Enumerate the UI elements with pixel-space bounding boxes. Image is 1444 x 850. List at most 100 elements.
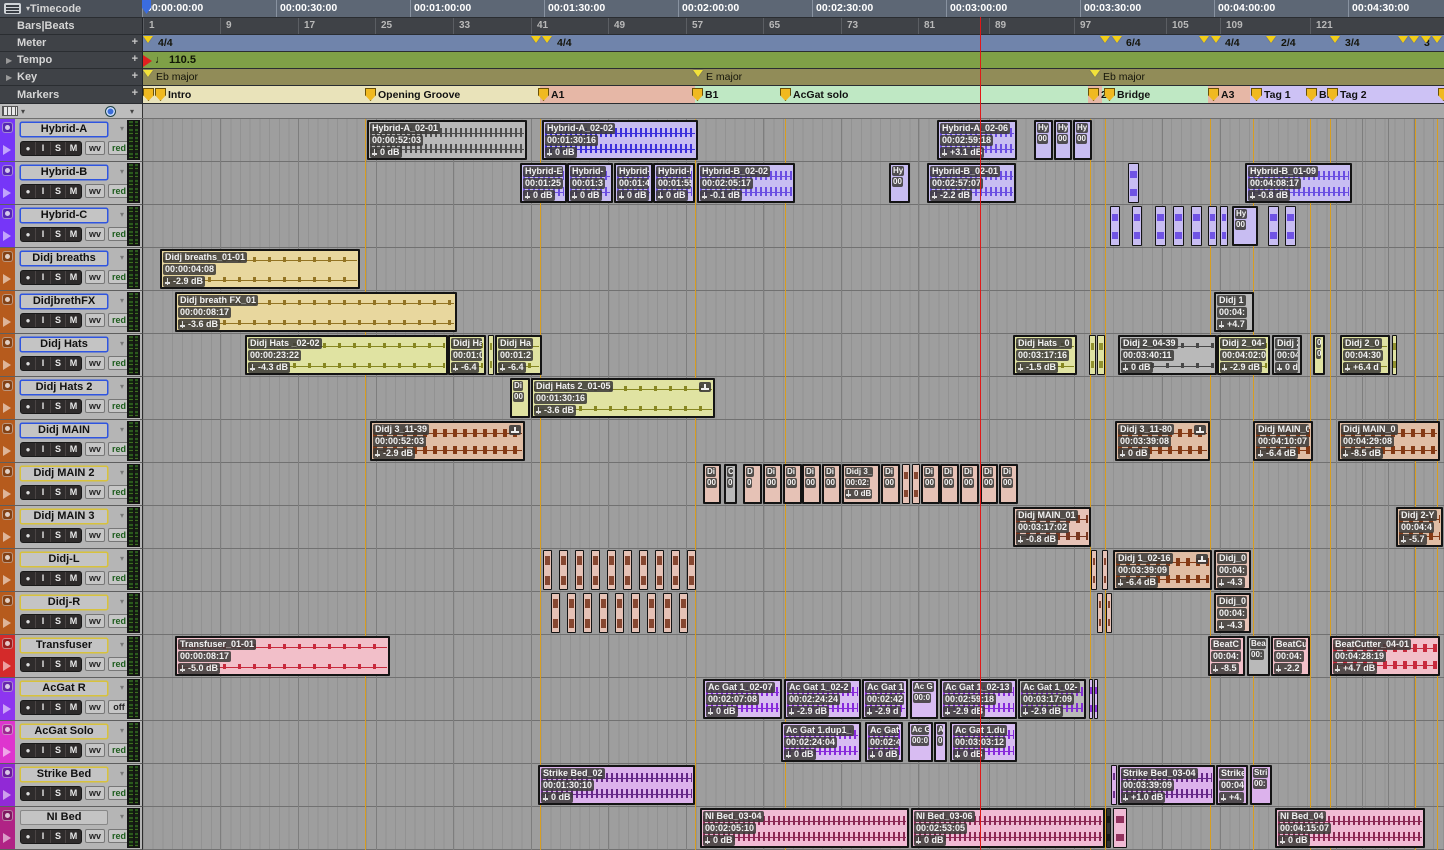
track-lane-acgat-r[interactable]: Ac Gat 1_02-0700:02:07:080 dBAc Gat 1_02… — [143, 678, 1444, 721]
clip-didj-3-[interactable]: Didj 3_00:02:0 dB — [842, 464, 880, 504]
track-playlist-icon[interactable] — [3, 274, 11, 284]
key-change-marker-icon[interactable] — [693, 70, 703, 77]
track-solo-button[interactable]: S — [51, 744, 66, 757]
clip-beatcutter-04-01[interactable]: BeatCutter_04-0100:04:28:19+4.7 dB — [1330, 636, 1440, 676]
track-playlist-icon[interactable] — [3, 790, 11, 800]
clip-di[interactable]: Di00 — [960, 464, 979, 504]
clip-sliver[interactable] — [1132, 206, 1142, 246]
clip-sliver[interactable] — [1392, 335, 1397, 375]
clip-di[interactable]: Di00 — [802, 464, 821, 504]
track-mute-button[interactable]: M — [66, 400, 81, 413]
track-options-caret-icon[interactable]: ▾ — [120, 167, 124, 176]
track-options-caret-icon[interactable]: ▾ — [120, 769, 124, 778]
track-solo-button[interactable]: S — [51, 701, 66, 714]
clip-strike-bed-02[interactable]: Strike Bed_0200:01:30:100 dB — [538, 765, 695, 805]
clip-hybrid-[interactable]: Hybrid-00:01:40 dB — [614, 163, 653, 203]
add-marker-button[interactable]: + — [132, 87, 138, 99]
track-mute-button[interactable]: M — [66, 744, 81, 757]
clip-hy[interactable]: Hy00 — [1034, 120, 1053, 160]
clip-didj-2-y[interactable]: Didj 2-Y00:04:4-5.7 — [1396, 507, 1443, 547]
clip-c[interactable]: C0 — [724, 464, 737, 504]
ruler-menu-icon[interactable] — [4, 3, 21, 14]
clip-sliver[interactable] — [1089, 679, 1093, 719]
clip-0[interactable]: 00 — [1313, 335, 1325, 375]
track-mute-button[interactable]: M — [66, 228, 81, 241]
track-playlist-icon[interactable] — [3, 532, 11, 542]
track-waveform-view-button[interactable]: wv — [85, 485, 105, 499]
track-lane-hybrid-a[interactable]: Hybrid-A_02-0100:00:52:030 dBHybrid-A_02… — [143, 119, 1444, 162]
clip-didj-hats-0[interactable]: Didj Hats _000:03:17:16-1.5 dB — [1013, 335, 1077, 375]
track-record-button[interactable]: ● — [21, 271, 36, 284]
track-record-button[interactable]: ● — [21, 443, 36, 456]
track-header-hybrid-a[interactable]: Hybrid-A▾●ISMwvred — [0, 119, 143, 162]
clip-strike-bed-03-04[interactable]: Strike Bed_03-0400:03:39:09+1.0 dB — [1118, 765, 1215, 805]
clip-didj-2-04-[interactable]: Didj 2_04-00:04:02:0-2.9 dB — [1217, 335, 1270, 375]
track-record-button[interactable]: ● — [21, 400, 36, 413]
track-name[interactable]: Didj Hats — [20, 337, 108, 352]
track-solo-button[interactable]: S — [51, 529, 66, 542]
track-solo-button[interactable]: S — [51, 400, 66, 413]
track-name[interactable]: Transfuser — [20, 638, 108, 653]
clip-sliver[interactable] — [1106, 593, 1112, 633]
track-name[interactable]: Didj-R — [20, 595, 108, 610]
clip-transfuser-01-01[interactable]: Transfuser_01-0100:00:08:17-5.0 dB — [175, 636, 390, 676]
track-waveform-view-button[interactable]: wv — [85, 356, 105, 370]
clip-ac-gat-1-02-13[interactable]: Ac Gat 1_02-1300:02:59:18-2.9 dB — [940, 679, 1017, 719]
meter-ruler-label-cell[interactable]: Meter + — [0, 35, 143, 52]
clip-di[interactable]: Di00 — [783, 464, 802, 504]
track-options-caret-icon[interactable]: ▾ — [120, 425, 124, 434]
meter-change-marker-icon[interactable] — [1211, 36, 1221, 43]
track-mute-button[interactable]: M — [66, 142, 81, 155]
track-mute-button[interactable]: M — [66, 615, 81, 628]
clip-di[interactable]: Di00 — [822, 464, 841, 504]
track-header-hybrid-b[interactable]: Hybrid-B▾●ISMwvred — [0, 162, 143, 205]
clip-sliver[interactable] — [607, 550, 616, 590]
track-lane-didjbrethfx[interactable]: Didj breath FX_0100:00:08:17-3.6 dBDidj … — [143, 291, 1444, 334]
track-record-button[interactable]: ● — [21, 615, 36, 628]
tempo-change-marker-icon[interactable] — [143, 55, 152, 67]
add-key-button[interactable]: + — [132, 70, 138, 82]
clip-hy[interactable]: Hy00 — [1054, 120, 1072, 160]
meter-change-marker-icon[interactable] — [1266, 36, 1276, 43]
clip-di[interactable]: Di00 — [940, 464, 959, 504]
track-header-transfuser[interactable]: Transfuser▾●ISMwvred — [0, 635, 143, 678]
clip-ac-gat[interactable]: Ac Gat00:02:40 dB — [865, 722, 903, 762]
clip-beatc[interactable]: BeatC00:04:-8.5 — [1208, 636, 1245, 676]
track-options-caret-icon[interactable]: ▾ — [120, 124, 124, 133]
track-record-enable-icon[interactable] — [2, 466, 13, 477]
clip-didj-3-11-39[interactable]: Didj 3_11-3900:00:52:03-2.9 dB — [370, 421, 525, 461]
clip-sliver[interactable] — [1097, 335, 1105, 375]
add-tempo-button[interactable]: + — [132, 53, 138, 65]
track-mute-button[interactable]: M — [66, 701, 81, 714]
clip-didj-breath-fx-01[interactable]: Didj breath FX_0100:00:08:17-3.6 dB — [175, 292, 457, 332]
track-header-hybrid-c[interactable]: Hybrid-C▾●ISMwvred — [0, 205, 143, 248]
track-header-didj-hats-2[interactable]: Didj Hats 2▾●ISMwvred — [0, 377, 143, 420]
meter-change-marker-icon[interactable] — [1432, 36, 1442, 43]
clip-ac-g[interactable]: Ac G00:0 — [910, 679, 938, 719]
key-change-marker-icon[interactable] — [1090, 70, 1100, 77]
clip-didj-ha[interactable]: Didj Ha00:01:2-6.4 — [495, 335, 542, 375]
track-input-button[interactable]: I — [36, 314, 51, 327]
tempo-expand-icon[interactable]: ▶ — [6, 56, 14, 65]
track-playlist-icon[interactable] — [3, 403, 11, 413]
track-mute-button[interactable]: M — [66, 572, 81, 585]
clip-hy[interactable]: Hy00 — [1232, 206, 1258, 246]
clip-ac-gat-1-du[interactable]: Ac Gat 1.du00:03:03:120 dB — [950, 722, 1017, 762]
track-input-button[interactable]: I — [36, 443, 51, 456]
track-lane-didj-breaths[interactable]: Didj breaths_01-0100:00:04:08-2.9 dB — [143, 248, 1444, 291]
track-mute-button[interactable]: M — [66, 357, 81, 370]
track-name[interactable]: NI Bed — [20, 810, 108, 825]
clip-didj-2-04-39[interactable]: Didj 2_04-3900:03:40:110 dB — [1118, 335, 1217, 375]
track-playlist-icon[interactable] — [3, 188, 11, 198]
clip-sliver[interactable] — [1268, 206, 1279, 246]
timebase-clock-icon[interactable] — [105, 106, 116, 117]
track-header-didj-hats[interactable]: Didj Hats▾●ISMwvred — [0, 334, 143, 377]
clip-ac-gat-1-02-[interactable]: Ac Gat 1_02-00:03:17:09-2.9 dB — [1018, 679, 1086, 719]
clip-didj-main-0[interactable]: Didj MAIN_000:04:29:08-8.5 dB — [1338, 421, 1440, 461]
track-options-caret-icon[interactable]: ▾ — [120, 382, 124, 391]
track-lane-didj-r[interactable]: Didj_000:04:-4.3 — [143, 592, 1444, 635]
track-playlist-icon[interactable] — [3, 747, 11, 757]
track-record-enable-icon[interactable] — [2, 767, 13, 778]
track-playlist-icon[interactable] — [3, 446, 11, 456]
meter-change-marker-icon[interactable] — [542, 36, 552, 43]
